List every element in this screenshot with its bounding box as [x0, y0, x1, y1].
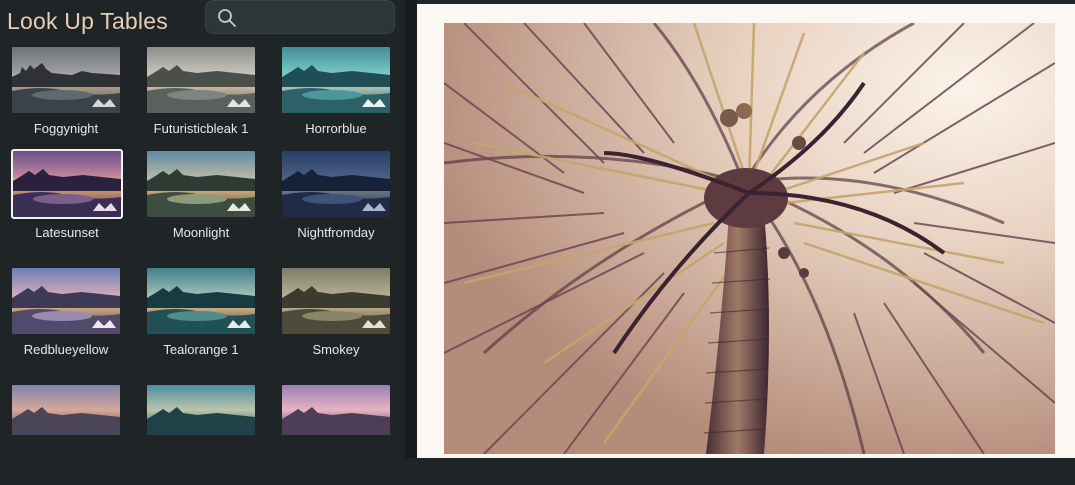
lut-thumbnail[interactable] — [147, 151, 255, 217]
lut-panel: Look Up Tables Foggynight Futuristicblea… — [0, 0, 405, 458]
lut-item-moonlight[interactable]: Moonlight — [147, 151, 257, 251]
lut-label: Redblueyellow — [23, 342, 109, 357]
lut-item-tealorange[interactable]: Tealorange 1 — [147, 268, 257, 368]
lut-label: Foggynight — [33, 121, 99, 136]
lut-item-row4-2[interactable] — [147, 385, 257, 485]
panel-title: Look Up Tables — [7, 8, 168, 34]
lut-item-latesunset[interactable]: Latesunset — [11, 149, 123, 251]
lut-item-redblueyellow[interactable]: Redblueyellow — [12, 268, 122, 368]
lut-thumbnail[interactable] — [11, 149, 123, 219]
lut-thumbnail[interactable] — [12, 47, 120, 113]
lut-item-row4-3[interactable] — [282, 385, 392, 485]
lut-thumbnail[interactable] — [282, 385, 390, 435]
lut-thumbnail[interactable] — [147, 385, 255, 435]
lut-thumbnail[interactable] — [12, 385, 120, 435]
lut-thumbnail[interactable] — [147, 268, 255, 334]
lut-item-horrorblue[interactable]: Horrorblue — [282, 47, 392, 147]
lut-item-foggynight[interactable]: Foggynight — [12, 47, 122, 147]
palm-tree-photo — [444, 23, 1055, 454]
lut-item-futuristicbleak[interactable]: Futuristicbleak 1 — [147, 47, 257, 147]
lut-label: Horrorblue — [305, 121, 367, 136]
lut-item-smokey[interactable]: Smokey — [282, 268, 392, 368]
lut-item-nightfromday[interactable]: Nightfromday — [282, 151, 392, 251]
lut-thumbnail[interactable] — [282, 47, 390, 113]
lut-label: Smokey — [312, 342, 360, 357]
lut-label: Moonlight — [172, 225, 230, 240]
lut-thumbnail[interactable] — [147, 47, 255, 113]
preview-image — [444, 23, 1055, 454]
lut-label: Futuristicbleak 1 — [153, 121, 249, 136]
panel-divider[interactable] — [405, 0, 417, 458]
lut-label: Tealorange 1 — [163, 342, 239, 357]
lut-thumbnail[interactable] — [282, 268, 390, 334]
lut-thumbnail[interactable] — [282, 151, 390, 217]
lut-thumbnail[interactable] — [12, 268, 120, 334]
search-input[interactable] — [246, 5, 390, 31]
lut-label: Latesunset — [35, 225, 99, 240]
lut-label: Nightfromday — [297, 225, 375, 240]
search-box[interactable] — [205, 0, 395, 34]
lut-item-row4-1[interactable] — [12, 385, 122, 485]
search-icon — [218, 9, 236, 27]
preview-canvas — [417, 4, 1075, 458]
